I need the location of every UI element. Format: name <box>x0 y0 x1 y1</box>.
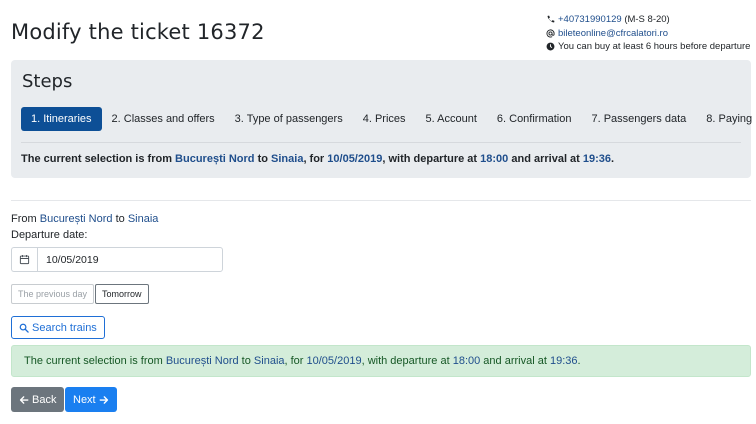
tomorrow-button[interactable]: Tomorrow <box>95 284 149 304</box>
route-to: Sinaia <box>127 213 159 225</box>
email-row: bileteonline@cfrcalatori.ro <box>545 27 750 41</box>
departure-date-input[interactable] <box>37 247 223 272</box>
email-link[interactable]: bileteonline@cfrcalatori.ro <box>558 27 668 41</box>
selection-to-word: to <box>257 153 268 165</box>
selection-dep-word: , with departure at <box>382 153 478 165</box>
step-passenger-types[interactable]: 3. Type of passengers <box>225 107 353 131</box>
phone-link[interactable]: +40731990129 <box>558 13 622 27</box>
contact-info: +40731990129 (M-S 8-20) bileteonline@cfr… <box>545 13 750 54</box>
step-prices[interactable]: 4. Prices <box>353 107 416 131</box>
search-trains-button[interactable]: Search trains <box>11 316 105 339</box>
phone-icon <box>545 15 555 25</box>
step-confirmation[interactable]: 6. Confirmation <box>487 107 582 131</box>
selection-alert: The current selection is from București … <box>11 345 751 377</box>
arrow-right-icon <box>99 395 108 404</box>
route-from: București Nord <box>39 213 113 225</box>
step-account[interactable]: 5. Account <box>416 107 487 131</box>
search-icon <box>19 323 29 333</box>
selection-prefix: The current selection is from <box>21 153 172 165</box>
phone-row: +40731990129 (M-S 8-20) <box>545 13 750 27</box>
back-button[interactable]: Back <box>11 387 65 412</box>
current-selection-summary: The current selection is from București … <box>21 153 614 165</box>
next-label: Next <box>73 393 96 406</box>
phone-hours: (M-S 8-20) <box>624 14 670 25</box>
selection-date: 10/05/2019 <box>327 153 383 165</box>
alert-departure: 18:00 <box>452 355 481 367</box>
notice-row: You can buy at least 6 hours before depa… <box>545 40 750 54</box>
selection-arr-word: and arrival at <box>511 153 580 165</box>
clock-icon <box>545 42 555 52</box>
back-label: Back <box>32 393 57 406</box>
alert-dep-word: , with departure at <box>361 355 450 367</box>
alert-to: Sinaia <box>253 355 285 367</box>
step-classes-offers[interactable]: 2. Classes and offers <box>102 107 225 131</box>
step-paying[interactable]: 8. Paying <box>696 107 756 131</box>
route-from-word: From <box>11 213 37 225</box>
alert-prefix: The current selection is from <box>24 355 163 367</box>
selection-arrival: 19:36 <box>582 153 612 165</box>
selection-to: Sinaia <box>271 153 304 165</box>
alert-end: . <box>577 355 581 367</box>
search-trains-label: Search trains <box>32 321 97 334</box>
selection-from: București Nord <box>175 153 255 165</box>
page-title: Modify the ticket 16372 <box>11 20 265 44</box>
steps-title: Steps <box>22 71 73 92</box>
alert-from: București Nord <box>165 355 239 367</box>
alert-to-word: to <box>241 355 251 367</box>
steps-nav: 1. Itineraries 2. Classes and offers 3. … <box>21 107 756 131</box>
step-passengers-data[interactable]: 7. Passengers data <box>581 107 696 131</box>
purchase-notice: You can buy at least 6 hours before depa… <box>558 41 751 52</box>
arrow-left-icon <box>19 395 29 404</box>
departure-date-label: Departure date: <box>11 229 88 241</box>
steps-divider <box>21 142 741 143</box>
selection-for-word: , for <box>303 153 325 165</box>
steps-panel: Steps 1. Itineraries 2. Classes and offe… <box>11 60 752 178</box>
alert-for-word: , for <box>284 355 304 367</box>
alert-arr-word: and arrival at <box>483 355 547 367</box>
alert-date: 10/05/2019 <box>306 355 362 367</box>
section-divider <box>11 200 751 201</box>
calendar-icon[interactable] <box>11 247 37 272</box>
step-itineraries[interactable]: 1. Itineraries <box>21 107 102 131</box>
departure-date-group <box>11 247 223 272</box>
previous-day-button[interactable]: The previous day <box>11 284 95 304</box>
at-icon <box>545 28 555 38</box>
alert-arrival: 19:36 <box>549 355 578 367</box>
next-button[interactable]: Next <box>65 387 117 412</box>
selection-end: . <box>611 153 615 165</box>
selection-departure: 18:00 <box>480 153 509 165</box>
route-line: From București Nord to Sinaia <box>11 213 158 225</box>
route-to-word: to <box>115 213 125 225</box>
